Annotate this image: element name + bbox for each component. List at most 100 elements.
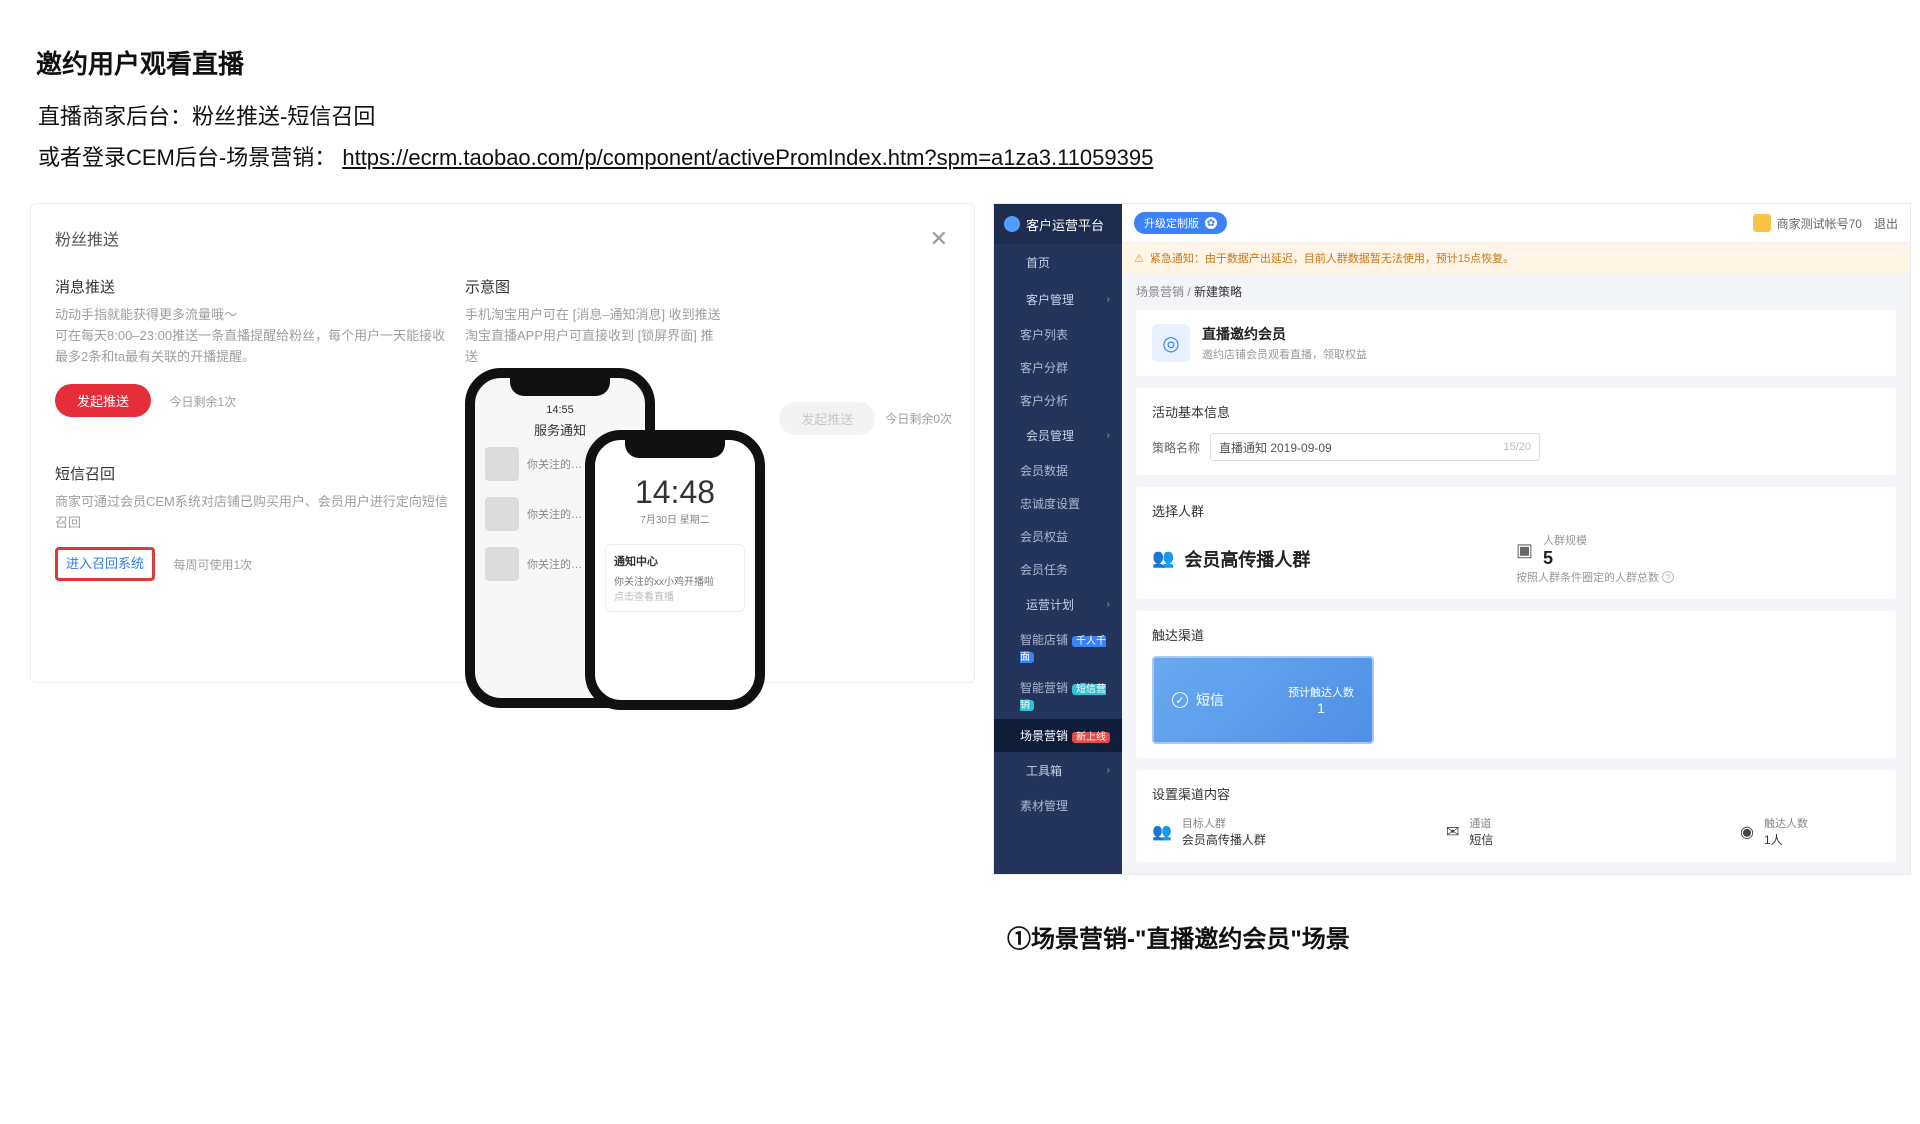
upgrade-pill[interactable]: 升级定制版✿ (1134, 212, 1227, 234)
scene-title: 直播邀约会员 (1202, 324, 1367, 344)
nav-sub-客户列表[interactable]: 客户列表 (994, 318, 1122, 351)
send-push-button[interactable]: 发起推送 (55, 384, 151, 417)
sms-recall-desc: 商家可通过会员CEM系统对店铺已购买用户、会员用户进行定向短信召回 (55, 492, 455, 534)
sms-est-label: 预计触达人数 (1288, 687, 1354, 699)
nav-tag: 新上线 (1072, 732, 1110, 743)
nav-tag: 短信营销 (1020, 684, 1106, 711)
crm-main: 升级定制版✿ 商家测试帐号70 退出 紧急通知：由于数据产出延迟，目前人群数据暂… (1122, 204, 1910, 874)
slide-subtitle-2-prefix: 或者登录CEM后台-场景营销： (38, 145, 336, 170)
sms-est-value: 1 (1288, 700, 1354, 716)
crumb-1[interactable]: 场景营销 (1136, 285, 1184, 299)
crumb-2: 新建策略 (1194, 285, 1242, 299)
col-target-label: 目标人群 (1182, 815, 1266, 831)
sms-weekly-hint: 每周可使用1次 (173, 558, 252, 572)
sms-channel-tile[interactable]: ✓ 短信 预计触达人数 1 (1152, 656, 1374, 744)
nav-sub-客户分群[interactable]: 客户分群 (994, 351, 1122, 384)
col-channel-value: 短信 (1469, 831, 1493, 848)
brand-text: 客户运营平台 (1026, 215, 1104, 234)
scene-desc: 邀约店铺会员观看直播，领取权益 (1202, 346, 1367, 362)
channel-card: 触达渠道 ✓ 短信 预计触达人数 1 (1136, 611, 1896, 758)
chevron-right-icon: › (1107, 294, 1110, 305)
nav-sub-场景营销[interactable]: 场景营销新上线 (994, 719, 1122, 752)
account-name: 商家测试帐号70 (1777, 215, 1862, 232)
logout-link[interactable]: 退出 (1874, 215, 1898, 232)
col-reach-label: 触达人数 (1764, 815, 1808, 831)
scale-value: 5 (1543, 548, 1587, 569)
phone2-card-sub: 点击查看直播 (614, 588, 736, 603)
nav-tag: 千人千面 (1020, 636, 1106, 663)
enter-recall-link[interactable]: 进入召回系统 (66, 556, 144, 571)
slide-subtitle-2: 或者登录CEM后台-场景营销： https://ecrm.taobao.com/… (38, 140, 1920, 175)
chevron-right-icon: › (1107, 430, 1110, 441)
avatar (1753, 214, 1771, 232)
check-icon: ✓ (1172, 692, 1188, 708)
nav-会员管理[interactable]: 会员管理› (994, 417, 1122, 454)
strategy-name-label: 策略名称 (1152, 439, 1210, 456)
phone2-card-title: 通知中心 (614, 553, 736, 569)
phone1-statusbar: 14:55 (475, 404, 645, 416)
channel-content-card: 设置渠道内容 👥 目标人群 会员高传播人群 ✉ 通道 (1136, 770, 1896, 862)
select-crowd-card: 选择人群 👥 会员高传播人群 ▣ 人群规模 5 (1136, 487, 1896, 599)
brand-logo-icon (1004, 216, 1020, 232)
nav-客户管理[interactable]: 客户管理› (994, 281, 1122, 318)
scene-hero: ◎ 直播邀约会员 邀约店铺会员观看直播，领取权益 (1136, 310, 1896, 376)
live-invite-icon: ◎ (1152, 324, 1190, 362)
scale-label: 人群规模 (1543, 532, 1587, 548)
mail-icon: ✉ (1446, 822, 1459, 842)
push-remaining-hint: 今日剩余1次 (169, 395, 236, 409)
sidebar: 客户运营平台 首页客户管理›客户列表客户分群客户分析会员管理›会员数据忠诚度设置… (994, 204, 1122, 874)
brand: 客户运营平台 (994, 204, 1122, 244)
sms-recall-heading: 短信召回 (55, 463, 455, 484)
nav-首页[interactable]: 首页 (994, 244, 1122, 281)
crm-backend: 客户运营平台 首页客户管理›客户列表客户分群客户分析会员管理›会员数据忠诚度设置… (993, 203, 1911, 875)
nav-sub-会员权益[interactable]: 会员权益 (994, 520, 1122, 553)
group-icon: 👥 (1152, 548, 1174, 569)
push-remaining-zero: 今日剩余0次 (885, 410, 952, 427)
nav-sub-客户分析[interactable]: 客户分析 (994, 384, 1122, 417)
nav-sub-会员数据[interactable]: 会员数据 (994, 454, 1122, 487)
strategy-name-input[interactable]: 直播通知 2019-09-09 15/20 (1210, 433, 1540, 461)
phone2-clock: 14:48 (595, 474, 755, 511)
nav: 首页客户管理›客户列表客户分群客户分析会员管理›会员数据忠诚度设置会员权益会员任… (994, 244, 1122, 822)
msg-push-heading: 消息推送 (55, 276, 455, 297)
sms-channel-label: 短信 (1196, 690, 1224, 710)
phone2-card-text: 你关注的xx小鸡开播啦 (614, 573, 736, 588)
breadcrumb: 场景营销 / 新建策略 (1122, 273, 1910, 310)
close-icon[interactable]: ✕ (930, 226, 948, 252)
enter-recall-highlight: 进入召回系统 (55, 547, 155, 581)
send-push-button-disabled: 发起推送 (779, 402, 875, 435)
msg-push-subtitle: 动动手指就能获得更多流量哦～ (55, 305, 455, 326)
chevron-right-icon: › (1107, 765, 1110, 776)
caption-b: ①场景营销-"直播邀约会员"场景 (1007, 919, 1911, 954)
nav-sub-智能营销[interactable]: 智能营销短信营销 (994, 671, 1122, 719)
nav-sub-素材管理[interactable]: 素材管理 (994, 789, 1122, 822)
nav-工具箱[interactable]: 工具箱› (994, 752, 1122, 789)
target-icon: 👥 (1152, 822, 1172, 842)
nav-sub-忠诚度设置[interactable]: 忠诚度设置 (994, 487, 1122, 520)
basic-info-heading: 活动基本信息 (1152, 402, 1880, 421)
col-channel-label: 通道 (1469, 815, 1493, 831)
select-crowd-heading: 选择人群 (1152, 501, 1880, 520)
reach-icon: ◉ (1740, 822, 1754, 842)
sample-phones: 14:55 服务通知 你关注的… 你关注的… 你关注的… 14:48 7月30日… (465, 368, 775, 718)
nav-sub-会员任务[interactable]: 会员任务 (994, 553, 1122, 586)
scale-note: 按照人群条件圈定的人群总数? (1516, 569, 1674, 585)
nav-sub-智能店铺[interactable]: 智能店铺千人千面 (994, 623, 1122, 671)
channel-content-heading: 设置渠道内容 (1152, 784, 1880, 803)
phone2-date: 7月30日 星期二 (595, 511, 755, 526)
help-icon[interactable]: ? (1662, 571, 1674, 583)
basic-info-card: 活动基本信息 策略名称 直播通知 2019-09-09 15/20 (1136, 388, 1896, 475)
dialog-title: 粉丝推送 (55, 226, 950, 250)
strategy-name-count: 15/20 (1503, 441, 1531, 453)
sample-desc: 手机淘宝用户可在 [消息–通知消息] 收到推送淘宝直播APP用户可直接收到 [锁… (465, 305, 725, 367)
gear-icon: ✿ (1205, 217, 1217, 229)
slide-subtitle-1: 直播商家后台：粉丝推送-短信召回 (38, 99, 1920, 134)
cem-link[interactable]: https://ecrm.taobao.com/p/component/acti… (342, 145, 1153, 170)
col-target-value: 会员高传播人群 (1182, 831, 1266, 848)
phone-lockscreen: 14:48 7月30日 星期二 通知中心 你关注的xx小鸡开播啦 点击查看直播 (585, 430, 765, 710)
channel-heading: 触达渠道 (1152, 625, 1880, 644)
nav-运营计划[interactable]: 运营计划› (994, 586, 1122, 623)
sample-heading: 示意图 (465, 276, 950, 297)
strategy-name-value: 直播通知 2019-09-09 (1219, 439, 1332, 456)
phone2-notif-card: 通知中心 你关注的xx小鸡开播啦 点击查看直播 (605, 544, 745, 612)
